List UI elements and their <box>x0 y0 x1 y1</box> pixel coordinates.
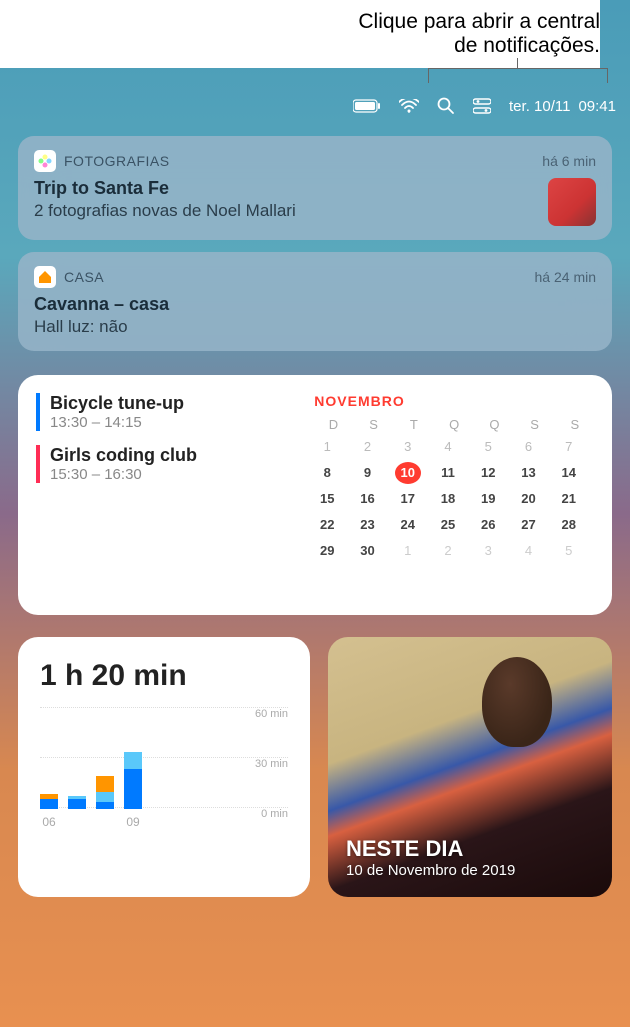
notif-timestamp: há 6 min <box>542 153 596 169</box>
menu-bar-clock[interactable]: ter. 10/11 09:41 <box>509 98 616 115</box>
chart-bar <box>96 776 114 809</box>
onthisday-title: NESTE DIA <box>346 836 594 862</box>
screentime-widget[interactable]: 1 h 20 min 60 min 30 min 0 min 0609 <box>18 637 310 897</box>
calendar-day[interactable]: 16 <box>355 488 381 510</box>
event-title: Bicycle tune-up <box>50 393 290 414</box>
calendar-day[interactable]: 24 <box>395 514 421 536</box>
notification-photos[interactable]: FOTOGRAFIAS há 6 min Trip to Santa Fe 2 … <box>18 136 612 240</box>
notif-title: Cavanna – casa <box>34 294 596 315</box>
menu-bar-time: 09:41 <box>578 98 616 115</box>
calendar-day[interactable]: 5 <box>556 540 582 562</box>
calendar-day[interactable]: 28 <box>556 514 582 536</box>
calendar-day[interactable]: 5 <box>475 436 501 458</box>
battery-icon[interactable] <box>353 99 381 113</box>
chart-x-label <box>68 815 86 829</box>
notif-subtitle: Hall luz: não <box>34 317 596 337</box>
notification-center: FOTOGRAFIAS há 6 min Trip to Santa Fe 2 … <box>0 120 630 913</box>
wifi-icon[interactable] <box>399 99 419 113</box>
calendar-day[interactable]: 12 <box>475 462 501 484</box>
chart-x-label <box>96 815 114 829</box>
calendar-day[interactable]: 7 <box>556 436 582 458</box>
chart-bar <box>124 752 142 809</box>
calendar-day[interactable]: 29 <box>314 540 340 562</box>
calendar-day[interactable]: 4 <box>516 540 542 562</box>
notif-subtitle: 2 fotografias novas de Noel Mallari <box>34 201 296 221</box>
calendar-event[interactable]: Girls coding club 15:30 – 16:30 <box>36 445 290 483</box>
calendar-day[interactable]: 23 <box>355 514 381 536</box>
screentime-total: 1 h 20 min <box>40 659 288 693</box>
calendar-day[interactable]: 18 <box>435 488 461 510</box>
notification-home[interactable]: CASA há 24 min Cavanna – casa Hall luz: … <box>18 252 612 351</box>
calendar-event[interactable]: Bicycle tune-up 13:30 – 14:15 <box>36 393 290 431</box>
calendar-day[interactable]: 27 <box>516 514 542 536</box>
calendar-dow: S <box>556 417 594 432</box>
photo-subject <box>482 657 552 747</box>
calendar-day[interactable]: 20 <box>516 488 542 510</box>
menu-bar-date: ter. 10/11 <box>509 98 570 115</box>
calendar-day[interactable]: 17 <box>395 488 421 510</box>
calendar-day[interactable]: 2 <box>435 540 461 562</box>
event-title: Girls coding club <box>50 445 290 466</box>
month-calendar: NOVEMBRO DSTQQSS123456789101112131415161… <box>314 393 594 597</box>
chart-bar <box>68 796 86 809</box>
notif-thumbnail <box>548 178 596 226</box>
calendar-day[interactable]: 30 <box>355 540 381 562</box>
notif-timestamp: há 24 min <box>535 269 596 285</box>
notif-app-name: FOTOGRAFIAS <box>64 153 170 169</box>
calendar-day[interactable]: 21 <box>556 488 582 510</box>
calendar-day[interactable]: 19 <box>475 488 501 510</box>
event-time: 15:30 – 16:30 <box>50 466 290 483</box>
event-time: 13:30 – 14:15 <box>50 414 290 431</box>
spotlight-search-icon[interactable] <box>437 97 455 115</box>
notif-title: Trip to Santa Fe <box>34 178 296 199</box>
calendar-grid: DSTQQSS123456789101112131415161718192021… <box>314 417 594 562</box>
calendar-day[interactable]: 1 <box>314 436 340 458</box>
screentime-chart: 60 min 30 min 0 min 0609 <box>40 707 288 857</box>
calendar-day[interactable]: 1 <box>395 540 421 562</box>
calendar-day[interactable]: 3 <box>475 540 501 562</box>
calendar-day[interactable]: 8 <box>314 462 340 484</box>
calendar-month-label: NOVEMBRO <box>314 393 594 409</box>
calendar-day[interactable]: 2 <box>355 436 381 458</box>
calendar-widget[interactable]: Bicycle tune-up 13:30 – 14:15 Girls codi… <box>18 375 612 615</box>
calendar-dow: T <box>395 417 433 432</box>
desktop-area: ter. 10/11 09:41 FOTOGRAFIAS há 6 min Tr… <box>0 92 630 1027</box>
home-app-icon <box>34 266 56 288</box>
calendar-dow: S <box>516 417 554 432</box>
calendar-day[interactable]: 10 <box>395 462 421 484</box>
photos-memories-widget[interactable]: NESTE DIA 10 de Novembro de 2019 <box>328 637 612 897</box>
onthisday-date: 10 de Novembro de 2019 <box>346 862 594 879</box>
calendar-day[interactable]: 15 <box>314 488 340 510</box>
notif-app-name: CASA <box>64 269 104 285</box>
calendar-day[interactable]: 4 <box>435 436 461 458</box>
calendar-day[interactable]: 13 <box>516 462 542 484</box>
chart-x-label: 09 <box>124 815 142 829</box>
chart-x-label: 06 <box>40 815 58 829</box>
calendar-day[interactable]: 3 <box>395 436 421 458</box>
calendar-day[interactable]: 22 <box>314 514 340 536</box>
calendar-day[interactable]: 26 <box>475 514 501 536</box>
help-annotation: Clique para abrir a central de notificaç… <box>0 0 600 68</box>
annotation-text-line2: de notificações. <box>0 34 600 58</box>
calendar-day[interactable]: 6 <box>516 436 542 458</box>
control-center-icon[interactable] <box>473 98 491 114</box>
calendar-dow: Q <box>435 417 473 432</box>
calendar-dow: D <box>314 417 352 432</box>
chart-bar <box>40 794 58 809</box>
annotation-bracket <box>428 68 608 83</box>
calendar-day[interactable]: 9 <box>355 462 381 484</box>
photos-app-icon <box>34 150 56 172</box>
calendar-dow: S <box>355 417 393 432</box>
calendar-day[interactable]: 25 <box>435 514 461 536</box>
menu-bar: ter. 10/11 09:41 <box>0 92 630 120</box>
events-list: Bicycle tune-up 13:30 – 14:15 Girls codi… <box>36 393 290 597</box>
annotation-pointer <box>517 58 518 68</box>
annotation-text-line1: Clique para abrir a central <box>0 10 600 34</box>
calendar-day[interactable]: 11 <box>435 462 461 484</box>
calendar-dow: Q <box>475 417 513 432</box>
calendar-day[interactable]: 14 <box>556 462 582 484</box>
